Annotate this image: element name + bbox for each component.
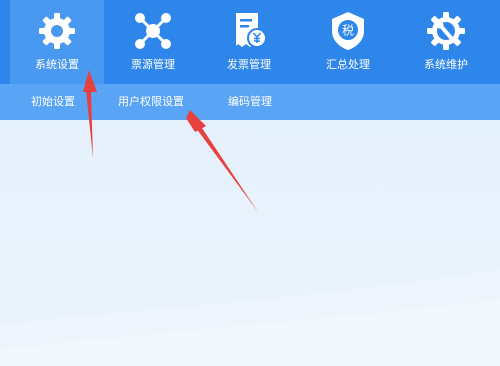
sub-nav-code-management[interactable]: 编码管理	[228, 84, 272, 120]
wrench-gear-icon	[427, 12, 465, 50]
invoice-yen-icon	[236, 13, 267, 48]
nav-item-invoice-management[interactable]: 发票管理	[202, 0, 296, 84]
nav-item-summary-processing[interactable]: 税 汇总处理	[298, 0, 398, 84]
content-area	[0, 120, 500, 366]
gear-icon	[39, 13, 75, 49]
nav-label-system-maintenance: 系统维护	[424, 58, 468, 71]
sub-navigation-bar: 初始设置 用户权限设置 编码管理	[0, 84, 500, 120]
nav-label-ticket-source: 票源管理	[131, 58, 175, 71]
nav-item-system-maintenance[interactable]: 系统维护	[398, 0, 494, 84]
nav-item-ticket-source[interactable]: 票源管理	[106, 0, 200, 84]
nav-label-system-settings: 系统设置	[35, 58, 79, 71]
sub-nav-initial-settings[interactable]: 初始设置	[31, 84, 75, 120]
background-wave-decoration	[0, 270, 500, 366]
nav-label-invoice-management: 发票管理	[227, 58, 271, 71]
nav-item-system-settings[interactable]: 系统设置	[10, 0, 104, 84]
svg-text:税: 税	[342, 24, 354, 38]
top-navigation-bar: 系统设置 票源管理 发票管理 税 汇总处理 系统维护	[0, 0, 500, 84]
tax-shield-icon: 税	[332, 12, 364, 50]
sub-nav-user-permissions[interactable]: 用户权限设置	[118, 84, 184, 120]
network-nodes-icon	[135, 13, 171, 49]
nav-label-summary-processing: 汇总处理	[326, 58, 370, 71]
